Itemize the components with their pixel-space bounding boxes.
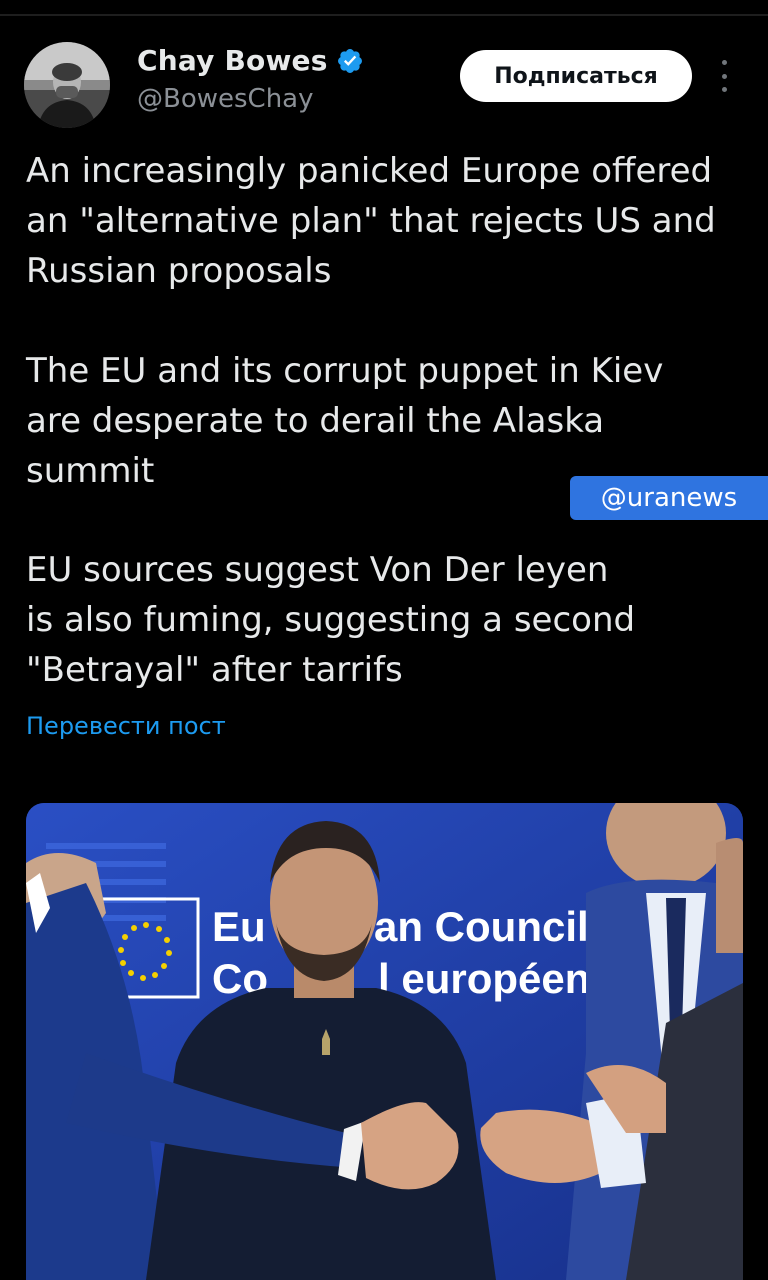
more-vertical-icon[interactable] (712, 60, 736, 92)
tweet-photo-image: Eu an Council Co l européen (26, 803, 743, 1280)
tweet-paragraph-1: An increasingly panicked Europe offered … (26, 151, 716, 291)
sign-text-left-1: Eu (212, 903, 266, 950)
tweet-paragraph-3: EU sources suggest Von Der leyen is also… (26, 550, 636, 690)
author-handle[interactable]: @BowesChay (137, 84, 314, 114)
verified-badge-icon (336, 47, 364, 75)
tweet-paragraph-2: The EU and its corrupt puppet in Kiev ar… (26, 351, 664, 491)
author-name-row: Chay Bowes (137, 44, 364, 77)
sign-text-right-1: an Council (374, 903, 589, 950)
translate-post-link[interactable]: Перевести пост (26, 712, 226, 740)
author-name[interactable]: Chay Bowes (137, 44, 328, 77)
watermark-label: @uranews (570, 476, 768, 520)
avatar[interactable] (24, 42, 110, 128)
tweet-photo[interactable]: Eu an Council Co l européen (26, 803, 743, 1280)
top-divider (0, 14, 768, 16)
avatar-photo (24, 42, 110, 128)
sign-text-right-2: l européen (378, 955, 590, 1002)
subscribe-button[interactable]: Подписаться (460, 50, 692, 102)
